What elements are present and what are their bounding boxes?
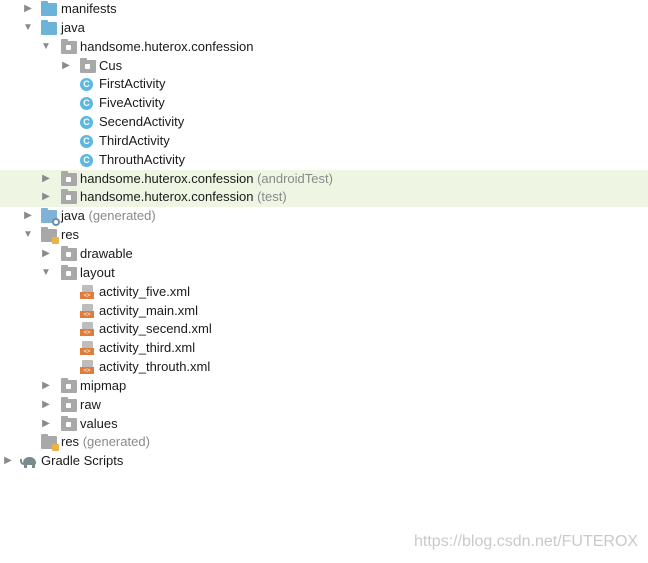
tree-node-label: raw — [80, 396, 101, 412]
xml-file-icon: <> — [80, 284, 94, 299]
tree-node-xml-third[interactable]: <> activity_third.xml — [0, 339, 648, 358]
tree-node-manifests[interactable]: ▶ manifests — [0, 0, 648, 19]
tree-node-label: layout — [80, 264, 115, 280]
folder-icon — [61, 377, 77, 393]
class-icon: C — [80, 97, 93, 111]
tree-node-label: handsome.huterox.confession — [80, 189, 254, 205]
class-icon: C — [80, 134, 93, 148]
resource-folder-icon — [41, 434, 59, 452]
tree-node-label: FirstActivity — [99, 76, 166, 92]
collapsed-arrow-icon[interactable]: ▶ — [22, 207, 34, 226]
collapsed-arrow-icon[interactable]: ▶ — [40, 245, 52, 264]
tree-node-java[interactable]: ▼ java — [0, 19, 648, 38]
project-tree: ▶ manifests ▼ java ▼ handsome.huterox.co… — [0, 0, 648, 471]
tree-node-mipmap[interactable]: ▶ mipmap — [0, 377, 648, 396]
tree-node-label: ThirdActivity — [99, 132, 170, 148]
tree-node-label: Gradle Scripts — [41, 453, 124, 469]
tree-node-label: res — [61, 434, 80, 450]
collapsed-arrow-icon[interactable]: ▶ — [40, 377, 52, 396]
folder-icon — [61, 415, 77, 431]
xml-file-icon: <> — [80, 322, 94, 337]
tree-node-res[interactable]: ▼ res — [0, 226, 648, 245]
tree-node-third-activity[interactable]: C ThirdActivity — [0, 132, 648, 151]
tree-node-label: handsome.huterox.confession — [80, 170, 254, 186]
resource-folder-icon — [41, 227, 59, 245]
xml-file-icon: <> — [80, 303, 94, 318]
class-icon: C — [80, 116, 93, 130]
tree-node-gradle-scripts[interactable]: ▶ Gradle Scripts — [0, 452, 648, 471]
class-icon: C — [80, 153, 93, 167]
tree-node-package[interactable]: ▼ handsome.huterox.confession — [0, 38, 648, 57]
tree-node-label: mipmap — [80, 377, 127, 393]
tree-node-label: ThrouthActivity — [99, 151, 185, 167]
tree-node-label: activity_third.xml — [99, 340, 196, 356]
collapsed-arrow-icon[interactable]: ▶ — [22, 0, 34, 19]
collapsed-arrow-icon[interactable]: ▶ — [60, 57, 72, 76]
tree-node-label: java — [61, 208, 85, 224]
tree-node-label: java — [61, 19, 85, 35]
tree-node-suffix: (androidTest) — [257, 170, 333, 186]
expanded-arrow-icon[interactable]: ▼ — [40, 38, 52, 57]
class-icon: C — [80, 78, 93, 92]
folder-icon — [41, 19, 57, 35]
tree-node-xml-main[interactable]: <> activity_main.xml — [0, 302, 648, 321]
tree-node-label: activity_throuth.xml — [99, 359, 211, 375]
watermark: https://blog.csdn.net/FUTEROX — [414, 533, 639, 550]
tree-node-label: activity_secend.xml — [99, 321, 212, 337]
tree-node-package-test[interactable]: ▶ handsome.huterox.confession (test) — [0, 188, 648, 208]
collapsed-arrow-icon[interactable]: ▶ — [2, 452, 14, 471]
folder-icon — [61, 245, 77, 261]
tree-node-xml-secend[interactable]: <> activity_secend.xml — [0, 320, 648, 339]
collapsed-arrow-icon[interactable]: ▶ — [40, 415, 52, 434]
tree-node-res-generated[interactable]: res (generated) — [0, 433, 648, 452]
tree-node-suffix: (test) — [257, 189, 287, 205]
tree-node-raw[interactable]: ▶ raw — [0, 396, 648, 415]
tree-node-label: activity_five.xml — [99, 283, 191, 299]
package-icon — [61, 170, 77, 186]
expanded-arrow-icon[interactable]: ▼ — [22, 19, 34, 38]
package-icon — [61, 189, 77, 205]
tree-node-first-activity[interactable]: C FirstActivity — [0, 75, 648, 94]
tree-node-throuth-activity[interactable]: C ThrouthActivity — [0, 151, 648, 170]
tree-node-xml-throuth[interactable]: <> activity_throuth.xml — [0, 358, 648, 377]
package-icon — [61, 38, 77, 54]
tree-node-label: res — [61, 227, 80, 243]
tree-node-suffix: (generated) — [88, 208, 156, 224]
tree-node-label: values — [80, 415, 118, 431]
tree-node-drawable[interactable]: ▶ drawable — [0, 245, 648, 264]
expanded-arrow-icon[interactable]: ▼ — [40, 264, 52, 283]
tree-node-label: drawable — [80, 245, 133, 261]
tree-node-label: manifests — [61, 1, 117, 16]
gradle-elephant-icon — [20, 456, 38, 469]
tree-node-label: handsome.huterox.confession — [80, 38, 254, 54]
tree-node-java-generated[interactable]: ▶ java (generated) — [0, 207, 648, 227]
tree-node-package-android-test[interactable]: ▶ handsome.huterox.confession (androidTe… — [0, 169, 648, 189]
tree-node-suffix: (generated) — [82, 434, 150, 450]
collapsed-arrow-icon[interactable]: ▶ — [40, 170, 52, 189]
tree-node-xml-five[interactable]: <> activity_five.xml — [0, 283, 648, 302]
package-icon — [80, 57, 96, 73]
xml-file-icon: <> — [80, 341, 94, 356]
tree-node-cus[interactable]: ▶ Cus — [0, 57, 648, 76]
tree-node-label: activity_main.xml — [99, 302, 198, 318]
xml-file-icon: <> — [80, 360, 94, 375]
collapsed-arrow-icon[interactable]: ▶ — [40, 396, 52, 415]
folder-icon — [61, 264, 77, 280]
tree-node-label: FiveActivity — [99, 95, 165, 111]
tree-node-label: SecendActivity — [99, 114, 185, 130]
folder-icon — [41, 1, 57, 16]
expanded-arrow-icon[interactable]: ▼ — [22, 226, 34, 245]
tree-node-values[interactable]: ▶ values — [0, 415, 648, 434]
folder-icon — [61, 396, 77, 412]
generated-folder-icon — [41, 208, 60, 227]
tree-node-five-activity[interactable]: C FiveActivity — [0, 94, 648, 113]
collapsed-arrow-icon[interactable]: ▶ — [40, 188, 52, 207]
tree-node-secend-activity[interactable]: C SecendActivity — [0, 113, 648, 132]
tree-node-label: Cus — [99, 57, 123, 73]
tree-node-layout[interactable]: ▼ layout — [0, 264, 648, 283]
